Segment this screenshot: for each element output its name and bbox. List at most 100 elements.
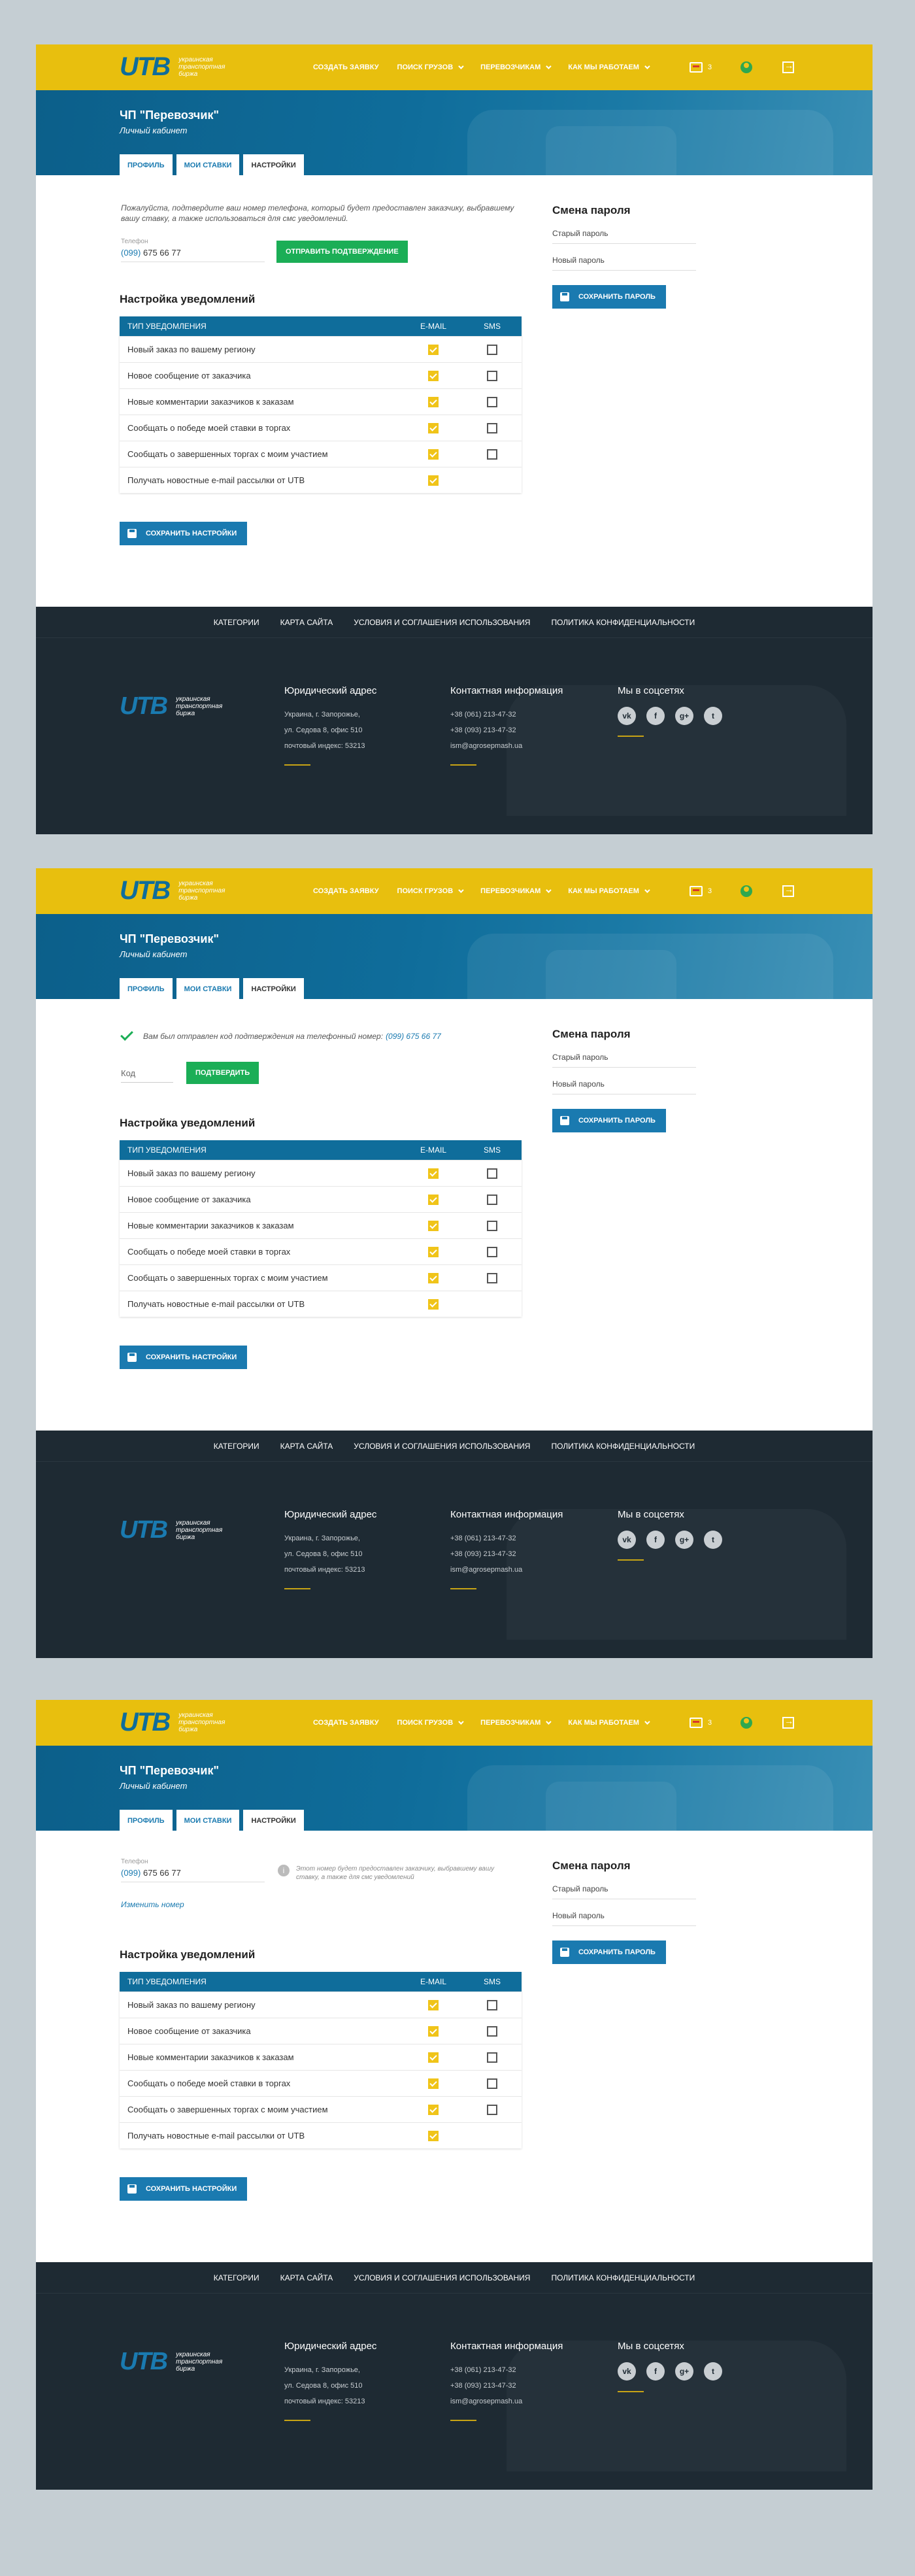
footer-link-privacy[interactable]: ПОЛИТИКА КОНФИДЕНЦИАЛЬНОСТИ	[551, 2273, 695, 2282]
footer-link-terms[interactable]: УСЛОВИЯ И СОГЛАШЕНИЯ ИСПОЛЬЗОВАНИЯ	[354, 1442, 530, 1451]
facebook-icon[interactable]: f	[646, 2362, 665, 2381]
logout-icon[interactable]	[782, 884, 795, 897]
tab-profile[interactable]: ПРОФИЛЬ	[120, 154, 173, 175]
email-checkbox[interactable]	[428, 2052, 439, 2063]
nav-how-we-work[interactable]: КАК МЫ РАБОТАЕМ	[568, 1719, 650, 1727]
email-checkbox[interactable]	[428, 1246, 439, 1257]
email-checkbox[interactable]	[428, 2104, 439, 2115]
sms-checkbox[interactable]	[487, 2025, 497, 2037]
nav-create-request[interactable]: СОЗДАТЬ ЗАЯВКУ	[313, 887, 379, 895]
vk-icon[interactable]: vk	[618, 2362, 636, 2381]
footer-link-privacy[interactable]: ПОЛИТИКА КОНФИДЕНЦИАЛЬНОСТИ	[551, 618, 695, 627]
old-password-field[interactable]: Старый пароль	[552, 229, 696, 244]
messages-icon[interactable]	[690, 886, 703, 896]
logo[interactable]: UTB украинская транспортная биржа	[120, 875, 237, 906]
new-password-field[interactable]: Новый пароль	[552, 1079, 696, 1094]
footer-link-sitemap[interactable]: КАРТА САЙТА	[280, 618, 333, 627]
email-checkbox[interactable]	[428, 1194, 439, 1205]
sms-checkbox[interactable]	[487, 422, 497, 433]
old-password-field[interactable]: Старый пароль	[552, 1884, 696, 1899]
save-settings-button[interactable]: СОХРАНИТЬ НАСТРОЙКИ	[120, 2177, 248, 2201]
email-checkbox[interactable]	[428, 2025, 439, 2037]
footer-link-sitemap[interactable]: КАРТА САЙТА	[280, 2273, 333, 2282]
footer-link-categories[interactable]: КАТЕГОРИИ	[214, 1442, 259, 1451]
code-input[interactable]: Код	[121, 1068, 173, 1083]
messages-icon[interactable]	[690, 1718, 703, 1728]
send-confirmation-button[interactable]: ОТПРАВИТЬ ПОДТВЕРЖДЕНИЕ	[276, 241, 408, 263]
change-number-link[interactable]: Изменить номер	[121, 1900, 184, 1909]
email-checkbox[interactable]	[428, 475, 439, 486]
footer-link-terms[interactable]: УСЛОВИЯ И СОГЛАШЕНИЯ ИСПОЛЬЗОВАНИЯ	[354, 618, 530, 627]
footer-logo[interactable]: UTB украинская транспортная биржа	[120, 690, 235, 722]
save-password-button[interactable]: СОХРАНИТЬ ПАРОЛЬ	[552, 285, 666, 309]
email-checkbox[interactable]	[428, 1168, 439, 1179]
email-checkbox[interactable]	[428, 1272, 439, 1283]
sms-checkbox[interactable]	[487, 344, 497, 355]
nav-carriers[interactable]: ПЕРЕВОЗЧИКАМ	[480, 63, 552, 71]
nav-how-we-work[interactable]: КАК МЫ РАБОТАЕМ	[568, 887, 650, 895]
sms-checkbox[interactable]	[487, 2052, 497, 2063]
google-plus-icon[interactable]: g+	[675, 707, 693, 725]
logo[interactable]: UTB украинская транспортная биржа	[120, 51, 237, 82]
email-checkbox[interactable]	[428, 422, 439, 433]
contact-phone[interactable]: +38 (093) 213-47-32	[450, 1546, 594, 1562]
twitter-icon[interactable]: t	[704, 707, 722, 725]
tab-settings[interactable]: НАСТРОЙКИ	[243, 154, 304, 175]
sms-checkbox[interactable]	[487, 1272, 497, 1283]
messages-icon[interactable]	[690, 62, 703, 73]
contact-phone[interactable]: +38 (061) 213-47-32	[450, 1531, 594, 1546]
email-checkbox[interactable]	[428, 2078, 439, 2089]
email-checkbox[interactable]	[428, 344, 439, 355]
logout-icon[interactable]	[782, 60, 795, 73]
sms-checkbox[interactable]	[487, 370, 497, 381]
email-checkbox[interactable]	[428, 370, 439, 381]
email-checkbox[interactable]	[428, 1220, 439, 1231]
phone-field[interactable]: Телефон (099) 675 66 77	[121, 238, 265, 262]
tab-my-bids[interactable]: МОИ СТАВКИ	[176, 154, 240, 175]
tab-settings[interactable]: НАСТРОЙКИ	[243, 978, 304, 999]
facebook-icon[interactable]: f	[646, 1531, 665, 1549]
new-password-field[interactable]: Новый пароль	[552, 256, 696, 271]
old-password-field[interactable]: Старый пароль	[552, 1053, 696, 1068]
nav-create-request[interactable]: СОЗДАТЬ ЗАЯВКУ	[313, 63, 379, 71]
sms-checkbox[interactable]	[487, 2104, 497, 2115]
save-settings-button[interactable]: СОХРАНИТЬ НАСТРОЙКИ	[120, 1346, 248, 1369]
footer-logo[interactable]: UTB украинская транспортная биржа	[120, 1514, 235, 1546]
vk-icon[interactable]: vk	[618, 1531, 636, 1549]
nav-carriers[interactable]: ПЕРЕВОЗЧИКАМ	[480, 1719, 552, 1727]
save-password-button[interactable]: СОХРАНИТЬ ПАРОЛЬ	[552, 1109, 666, 1132]
contact-phone[interactable]: +38 (093) 213-47-32	[450, 2378, 594, 2394]
logout-icon[interactable]	[782, 1716, 795, 1729]
nav-how-we-work[interactable]: КАК МЫ РАБОТАЕМ	[568, 63, 650, 71]
user-avatar-icon[interactable]	[740, 61, 753, 73]
footer-link-categories[interactable]: КАТЕГОРИИ	[214, 618, 259, 627]
twitter-icon[interactable]: t	[704, 1531, 722, 1549]
email-checkbox[interactable]	[428, 449, 439, 460]
contact-phone[interactable]: +38 (093) 213-47-32	[450, 722, 594, 738]
sms-checkbox[interactable]	[487, 449, 497, 460]
sms-checkbox[interactable]	[487, 1999, 497, 2010]
footer-link-sitemap[interactable]: КАРТА САЙТА	[280, 1442, 333, 1451]
email-checkbox[interactable]	[428, 1298, 439, 1310]
user-avatar-icon[interactable]	[740, 885, 753, 897]
footer-link-terms[interactable]: УСЛОВИЯ И СОГЛАШЕНИЯ ИСПОЛЬЗОВАНИЯ	[354, 2273, 530, 2282]
sms-checkbox[interactable]	[487, 1220, 497, 1231]
google-plus-icon[interactable]: g+	[675, 1531, 693, 1549]
email-checkbox[interactable]	[428, 2130, 439, 2141]
contact-email[interactable]: ism@agrosepmash.ua	[450, 2394, 594, 2409]
sms-checkbox[interactable]	[487, 1194, 497, 1205]
sms-checkbox[interactable]	[487, 1246, 497, 1257]
contact-email[interactable]: ism@agrosepmash.ua	[450, 1562, 594, 1578]
tab-profile[interactable]: ПРОФИЛЬ	[120, 1810, 173, 1831]
footer-link-privacy[interactable]: ПОЛИТИКА КОНФИДЕНЦИАЛЬНОСТИ	[551, 1442, 695, 1451]
footer-link-categories[interactable]: КАТЕГОРИИ	[214, 2273, 259, 2282]
tab-my-bids[interactable]: МОИ СТАВКИ	[176, 1810, 240, 1831]
confirm-code-button[interactable]: ПОДТВЕРДИТЬ	[186, 1062, 259, 1084]
contact-phone[interactable]: +38 (061) 213-47-32	[450, 707, 594, 722]
phone-value[interactable]: (099) 675 66 77	[121, 248, 265, 262]
sms-checkbox[interactable]	[487, 2078, 497, 2089]
tab-my-bids[interactable]: МОИ СТАВКИ	[176, 978, 240, 999]
tab-settings[interactable]: НАСТРОЙКИ	[243, 1810, 304, 1831]
contact-phone[interactable]: +38 (061) 213-47-32	[450, 2362, 594, 2378]
user-avatar-icon[interactable]	[740, 1717, 753, 1729]
